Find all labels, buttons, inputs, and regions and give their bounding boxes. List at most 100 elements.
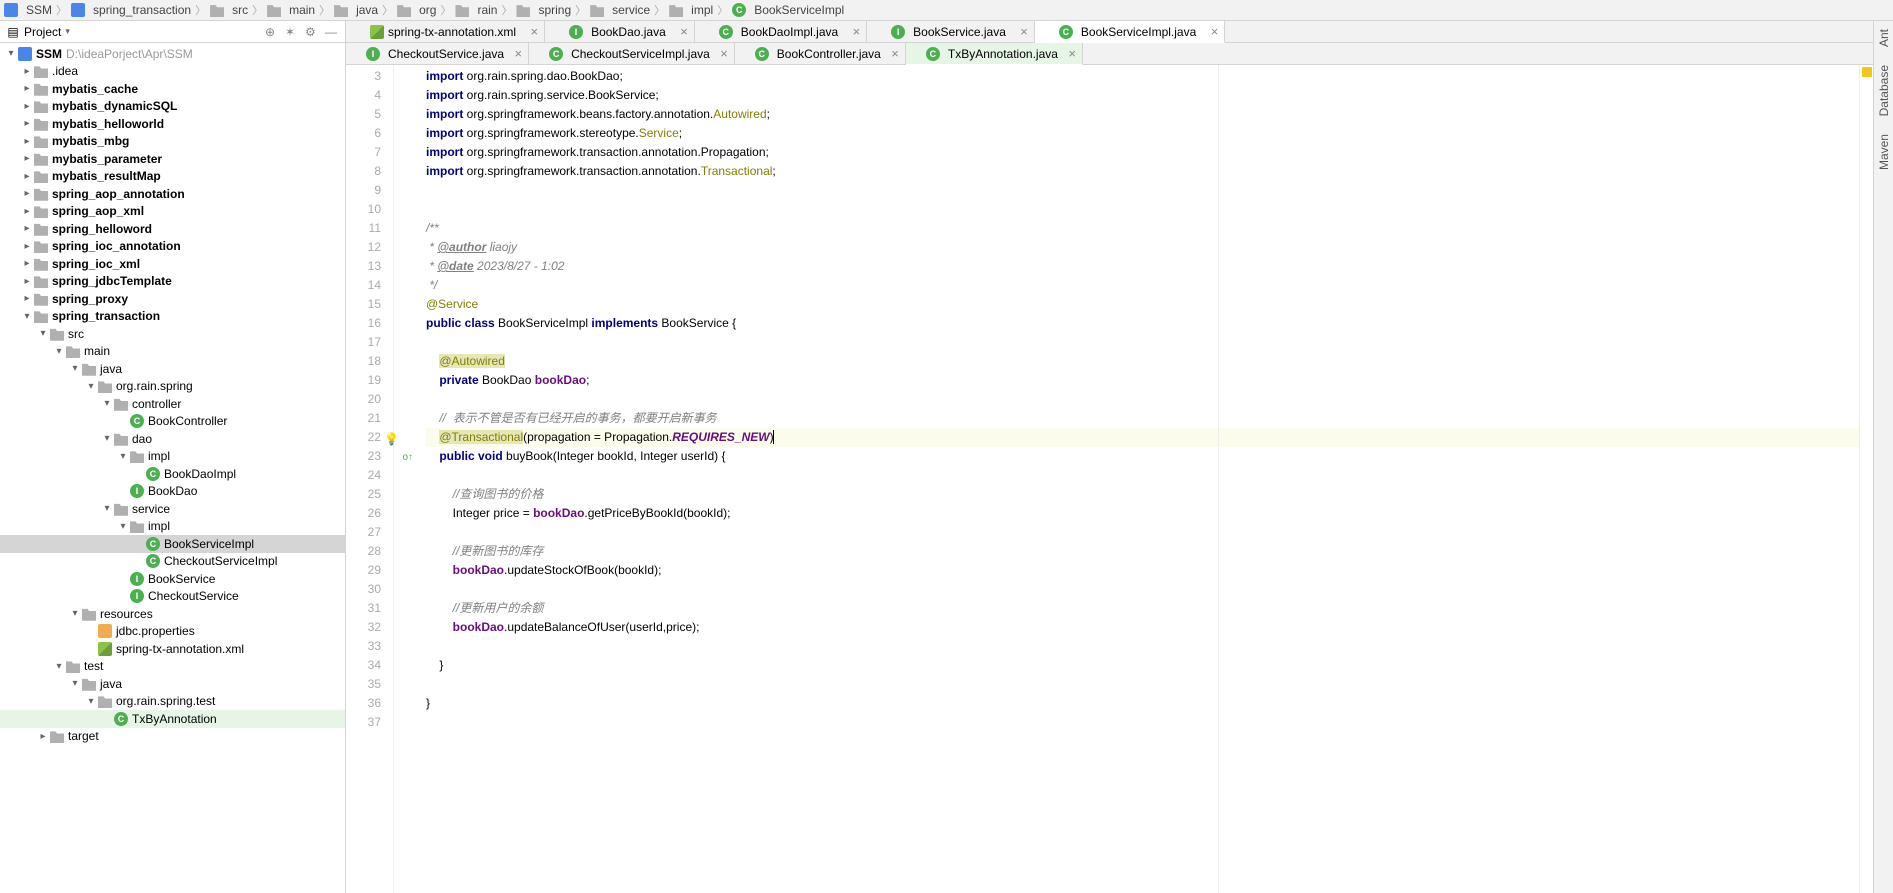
tab-close-icon[interactable]: ×	[1211, 24, 1219, 39]
tree-twistie-open[interactable]	[84, 696, 98, 707]
breadcrumb-segment[interactable]: spring	[516, 3, 571, 17]
tree-row[interactable]: CTxByAnnotation	[0, 710, 345, 728]
tree-row[interactable]: resources	[0, 605, 345, 623]
editor-tab[interactable]: CBookDaoImpl.java×	[695, 21, 867, 42]
breadcrumb-segment[interactable]: service	[590, 3, 650, 17]
tree-row[interactable]: spring_proxy	[0, 290, 345, 308]
editor-tab[interactable]: IBookDao.java×	[545, 21, 695, 42]
tree-twistie-closed[interactable]	[36, 731, 50, 742]
tree-row[interactable]: spring-tx-annotation.xml	[0, 640, 345, 658]
tree-twistie-open[interactable]	[68, 678, 82, 689]
tree-row[interactable]: spring_aop_xml	[0, 203, 345, 221]
tree-row[interactable]: org.rain.spring	[0, 378, 345, 396]
tree-row[interactable]: spring_aop_annotation	[0, 185, 345, 203]
tree-twistie-closed[interactable]	[20, 188, 34, 199]
tree-row[interactable]: CBookDaoImpl	[0, 465, 345, 483]
tool-window-maven[interactable]: Maven	[1877, 130, 1891, 174]
expand-icon[interactable]: ✶	[285, 25, 299, 39]
hide-icon[interactable]: —	[325, 25, 339, 39]
tree-row[interactable]: src	[0, 325, 345, 343]
editor-tab[interactable]: CBookController.java×	[735, 43, 906, 64]
tab-close-icon[interactable]: ×	[1020, 24, 1028, 39]
tab-close-icon[interactable]: ×	[680, 24, 688, 39]
tree-row[interactable]: impl	[0, 518, 345, 536]
tree-row[interactable]: mybatis_mbg	[0, 133, 345, 151]
tree-row[interactable]: spring_transaction	[0, 308, 345, 326]
tree-row[interactable]: spring_helloword	[0, 220, 345, 238]
tree-row[interactable]: java	[0, 360, 345, 378]
error-stripe[interactable]	[1859, 65, 1873, 893]
tree-twistie-closed[interactable]	[20, 101, 34, 112]
gear-icon[interactable]: ⚙	[305, 25, 319, 39]
tree-twistie-open[interactable]	[36, 328, 50, 339]
editor-tab[interactable]: CBookServiceImpl.java×	[1035, 21, 1225, 43]
tree-twistie-open[interactable]	[100, 398, 114, 409]
tree-twistie-closed[interactable]	[20, 276, 34, 287]
editor-tab[interactable]: IBookService.java×	[867, 21, 1035, 42]
project-tree[interactable]: SSMD:\ideaPorject\Apr\SSM.ideamybatis_ca…	[0, 43, 345, 893]
tree-twistie-open[interactable]	[100, 433, 114, 444]
tool-window-ant[interactable]: Ant	[1877, 25, 1891, 51]
tree-row[interactable]: mybatis_parameter	[0, 150, 345, 168]
editor-tab[interactable]: CTxByAnnotation.java×	[906, 43, 1083, 65]
tree-row[interactable]: main	[0, 343, 345, 361]
tab-close-icon[interactable]: ×	[891, 46, 899, 61]
tab-close-icon[interactable]: ×	[514, 46, 522, 61]
breadcrumb-segment[interactable]: CBookServiceImpl	[732, 3, 844, 17]
intention-bulb-icon[interactable]: 💡	[384, 430, 399, 449]
tree-row[interactable]: ICheckoutService	[0, 588, 345, 606]
tree-twistie-open[interactable]	[116, 521, 130, 532]
tree-twistie-open[interactable]	[4, 48, 18, 59]
breadcrumb-segment[interactable]: rain	[455, 3, 497, 17]
tree-twistie-open[interactable]	[68, 363, 82, 374]
tree-row[interactable]: spring_ioc_annotation	[0, 238, 345, 256]
project-view-selector[interactable]: ▤ Project ▾	[6, 25, 70, 39]
breadcrumb-segment[interactable]: impl	[669, 3, 713, 17]
tree-row[interactable]: spring_ioc_xml	[0, 255, 345, 273]
tree-twistie-open[interactable]	[52, 661, 66, 672]
breadcrumb-segment[interactable]: org	[397, 3, 436, 17]
tree-row[interactable]: target	[0, 728, 345, 746]
tree-row[interactable]: service	[0, 500, 345, 518]
tree-row[interactable]: SSMD:\ideaPorject\Apr\SSM	[0, 45, 345, 63]
tree-twistie-open[interactable]	[20, 311, 34, 322]
warning-marker[interactable]	[1862, 67, 1872, 77]
editor-tab[interactable]: spring-tx-annotation.xml×	[346, 21, 545, 42]
tree-twistie-closed[interactable]	[20, 136, 34, 147]
editor-tab[interactable]: CCheckoutServiceImpl.java×	[529, 43, 735, 64]
tree-twistie-closed[interactable]	[20, 241, 34, 252]
locate-icon[interactable]: ⊕	[265, 25, 279, 39]
breadcrumb-segment[interactable]: java	[334, 3, 378, 17]
override-icon[interactable]: o↑	[402, 448, 413, 467]
tree-twistie-closed[interactable]	[20, 118, 34, 129]
tree-twistie-closed[interactable]	[20, 206, 34, 217]
tree-row[interactable]: java	[0, 675, 345, 693]
breadcrumb-segment[interactable]: spring_transaction	[71, 3, 191, 17]
tree-row[interactable]: IBookDao	[0, 483, 345, 501]
tree-twistie-closed[interactable]	[20, 153, 34, 164]
tree-twistie-closed[interactable]	[20, 293, 34, 304]
tab-close-icon[interactable]: ×	[530, 24, 538, 39]
tree-row[interactable]: spring_jdbcTemplate	[0, 273, 345, 291]
tree-twistie-open[interactable]	[84, 381, 98, 392]
tree-twistie-open[interactable]	[116, 451, 130, 462]
tree-row[interactable]: mybatis_cache	[0, 80, 345, 98]
tree-row[interactable]: dao	[0, 430, 345, 448]
breadcrumb-segment[interactable]: SSM	[4, 3, 52, 17]
tree-row[interactable]: CCheckoutServiceImpl	[0, 553, 345, 571]
tree-twistie-closed[interactable]	[20, 83, 34, 94]
tree-row[interactable]: test	[0, 658, 345, 676]
breadcrumb-segment[interactable]: main	[267, 3, 315, 17]
tree-twistie-closed[interactable]	[20, 223, 34, 234]
tree-row[interactable]: org.rain.spring.test	[0, 693, 345, 711]
tree-row[interactable]: mybatis_dynamicSQL	[0, 98, 345, 116]
code-content[interactable]: import org.rain.spring.dao.BookDao;impor…	[420, 65, 1859, 893]
tree-row[interactable]: CBookServiceImpl	[0, 535, 345, 553]
tree-row[interactable]: mybatis_resultMap	[0, 168, 345, 186]
tree-row[interactable]: IBookService	[0, 570, 345, 588]
editor-tab[interactable]: ICheckoutService.java×	[346, 43, 529, 64]
tab-close-icon[interactable]: ×	[720, 46, 728, 61]
tree-row[interactable]: jdbc.properties	[0, 623, 345, 641]
tab-close-icon[interactable]: ×	[1068, 46, 1076, 61]
code-editor[interactable]: 345678910111213141516171819202122💡23o↑24…	[346, 65, 1873, 893]
